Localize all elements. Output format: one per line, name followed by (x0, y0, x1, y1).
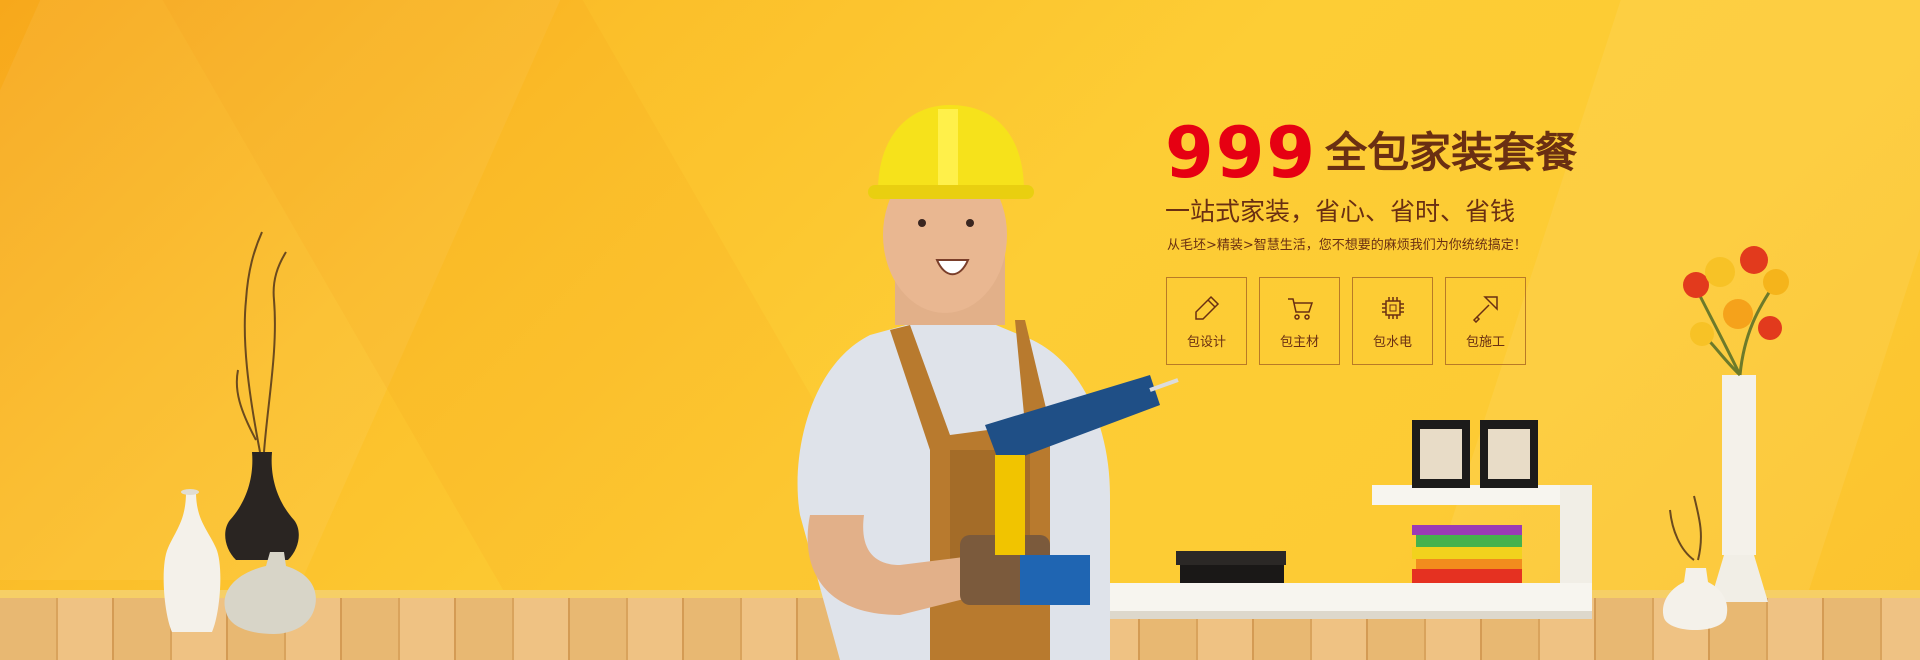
price: 999 (1165, 112, 1318, 194)
promo-banner[interactable]: 999 全包家装套餐 一站式家装，省心、省时、省钱 从毛坯>精装>智慧生活，您不想… (0, 0, 1920, 660)
service-label: 包施工 (1465, 334, 1505, 350)
service-label: 包水电 (1372, 334, 1412, 350)
chip-icon (1381, 296, 1404, 319)
service-plumbing-electric[interactable]: 包水电 (1352, 277, 1433, 365)
service-list: 包设计 包主材 包水电 包施工 (1166, 277, 1526, 365)
pencil-icon (1194, 295, 1219, 320)
flower-vase-decoration (1662, 246, 1789, 630)
service-materials[interactable]: 包主材 (1259, 277, 1340, 365)
headline: 999 全包家装套餐 (1165, 118, 1577, 188)
worker-illustration (797, 105, 1179, 660)
trowel-icon (1472, 295, 1498, 323)
service-label: 包主材 (1279, 334, 1319, 350)
vases-decoration (163, 231, 316, 634)
service-label: 包设计 (1186, 334, 1226, 350)
service-design[interactable]: 包设计 (1166, 277, 1247, 365)
headline-text: 全包家装套餐 (1325, 128, 1578, 177)
service-construction[interactable]: 包施工 (1445, 277, 1526, 365)
subline: 一站式家装，省心、省时、省钱 (1165, 197, 1516, 226)
description: 从毛坯>精装>智慧生活，您不想要的麻烦我们为你统统搞定！ (1167, 238, 1527, 253)
cart-icon (1287, 297, 1313, 320)
